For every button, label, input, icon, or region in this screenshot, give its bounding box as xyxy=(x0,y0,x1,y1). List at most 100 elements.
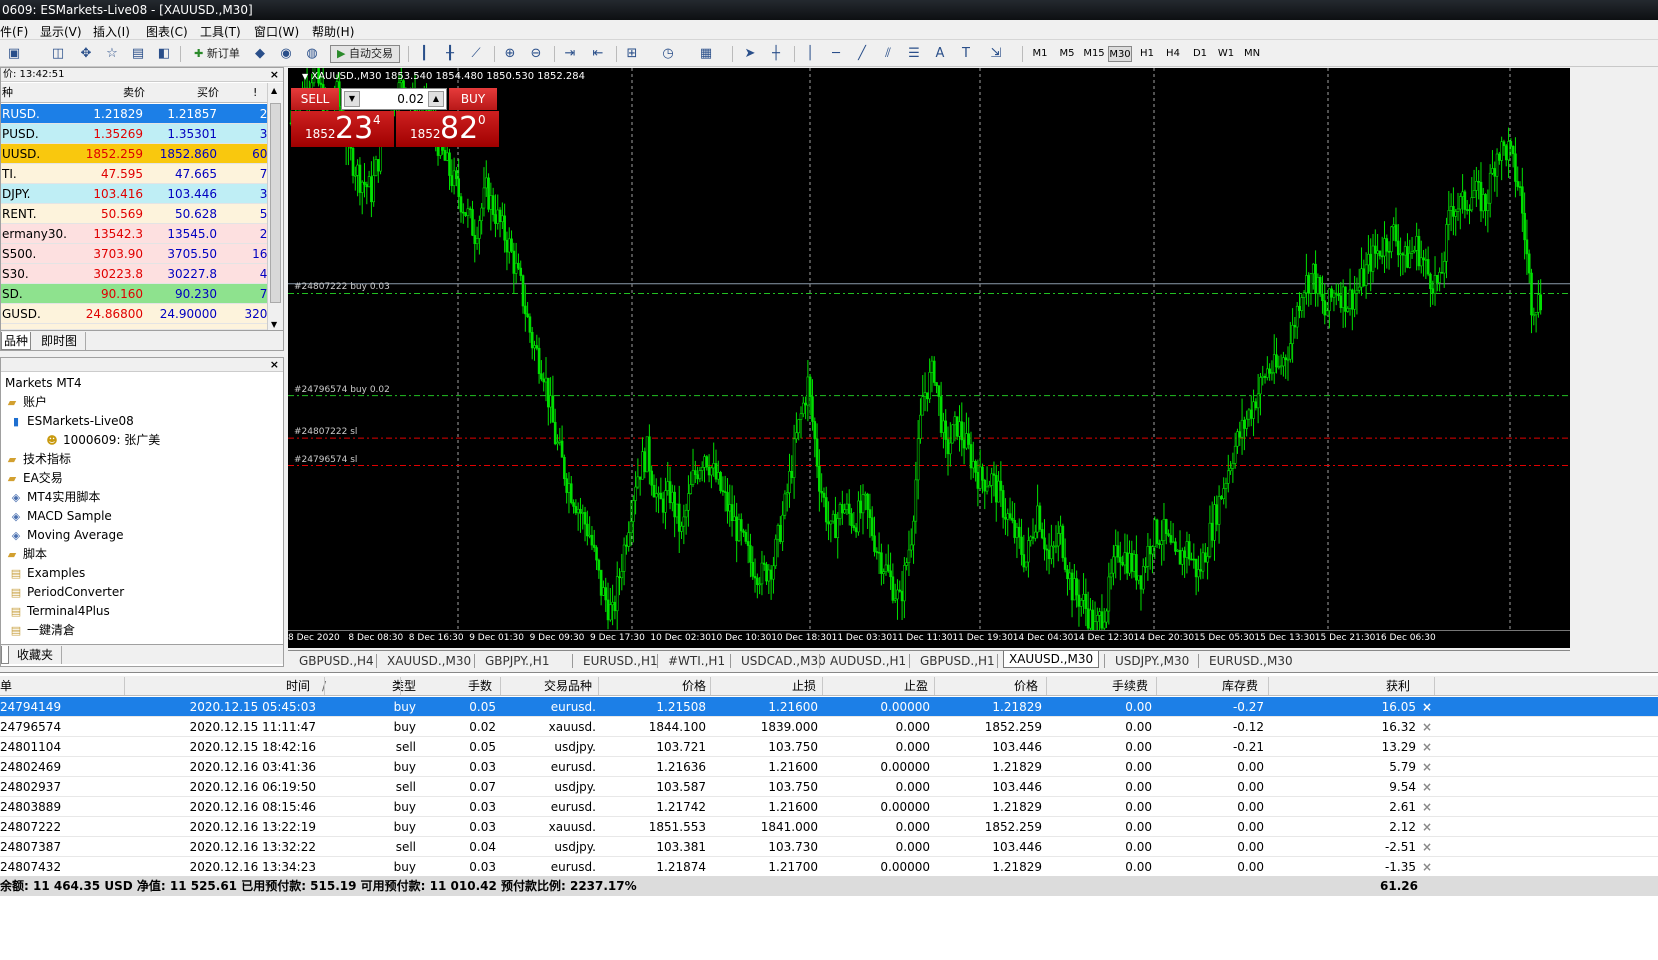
trade-row[interactable]: 24803889 2020.12.16 08:15:46 buy 0.03 eurusd… xyxy=(0,797,1658,817)
terminal-icon[interactable]: ◧ xyxy=(156,46,172,62)
navigator-item[interactable]: ▮ ESMarkets-Live08 xyxy=(1,412,134,431)
indicators-icon[interactable]: ⊞ xyxy=(624,46,640,62)
navigator-item[interactable]: Markets MT4 xyxy=(1,374,82,393)
market-watch-scrollbar[interactable]: ▲ ▼ xyxy=(267,83,283,331)
cursor-icon[interactable]: ➤ xyxy=(742,46,758,62)
trade-column-header[interactable]: 库存费 xyxy=(1160,676,1258,696)
menu-view[interactable]: 显示(V) xyxy=(40,23,82,40)
timeframe-w1[interactable]: W1 xyxy=(1214,46,1238,62)
timeframe-m5[interactable]: M5 xyxy=(1055,46,1079,62)
trade-column-header[interactable]: 时间 xyxy=(250,676,310,696)
close-order-icon[interactable]: × xyxy=(1422,697,1432,717)
tab-symbols[interactable]: 品种 xyxy=(1,332,32,350)
close-order-icon[interactable]: × xyxy=(1422,837,1432,857)
trade-column-header[interactable]: 手续费 xyxy=(1050,676,1148,696)
market-watch-row[interactable]: ermany30.13542.313545.027 xyxy=(1,224,279,244)
trade-row[interactable]: 24794149 2020.12.15 05:45:03 buy 0.05 eurusd… xyxy=(0,697,1658,717)
navigator-item[interactable]: ◈ MACD Sample xyxy=(1,507,112,526)
close-order-icon[interactable]: × xyxy=(1422,817,1432,837)
navigator-icon[interactable]: ▤ xyxy=(130,46,146,62)
navigator-item[interactable]: ◈ Moving Average xyxy=(1,526,124,545)
market-watch-row[interactable]: RUSD.1.218291.2185728 xyxy=(1,104,279,124)
col-ask[interactable]: 买价 xyxy=(197,83,219,103)
close-icon[interactable]: × xyxy=(270,358,279,372)
column-divider[interactable] xyxy=(1268,677,1269,695)
chart-canvas[interactable] xyxy=(288,68,1570,630)
vertical-line-icon[interactable]: │ xyxy=(802,46,818,62)
zoom-out-icon[interactable]: ⊖ xyxy=(528,46,544,62)
close-order-icon[interactable]: × xyxy=(1422,777,1432,797)
chart-tab[interactable]: #WTI.,H1 xyxy=(663,653,730,669)
profiles-icon[interactable]: ◫ xyxy=(50,46,66,62)
buy-price[interactable]: 1852 82 0 xyxy=(396,111,499,147)
close-order-icon[interactable]: × xyxy=(1422,797,1432,817)
column-divider[interactable] xyxy=(934,677,935,695)
column-divider[interactable] xyxy=(1156,677,1157,695)
tab-favorites[interactable]: 收藏夹 xyxy=(9,646,63,664)
signals-icon[interactable]: ◉ xyxy=(278,46,294,62)
close-order-icon[interactable]: × xyxy=(1422,717,1432,737)
volume-input[interactable]: ▼ 0.02 ▲ xyxy=(341,88,447,110)
bar-chart-icon[interactable]: ┃ xyxy=(416,46,432,62)
close-icon[interactable]: × xyxy=(270,68,279,82)
menu-chart[interactable]: 图表(C) xyxy=(146,23,188,40)
column-divider[interactable] xyxy=(710,677,711,695)
autoscroll-icon[interactable]: ⇥ xyxy=(562,46,578,62)
new-order-button[interactable]: ✚ 新订单 xyxy=(188,45,246,63)
timeframe-m1[interactable]: M1 xyxy=(1028,46,1052,62)
auto-trading-button[interactable]: ▶ 自动交易 xyxy=(330,45,400,63)
market-watch-icon[interactable]: ☆ xyxy=(104,46,120,62)
trade-column-header[interactable]: 手数 xyxy=(416,676,492,696)
price-chart[interactable]: ▼ XAUUSD.,M30 1853.540 1854.480 1850.530… xyxy=(288,68,1570,648)
timeframe-h1[interactable]: H1 xyxy=(1135,46,1159,62)
line-chart-icon[interactable]: ⟋ xyxy=(468,46,484,62)
market-watch-row[interactable]: RENT.50.56950.62859 xyxy=(1,204,279,224)
menu-help[interactable]: 帮助(H) xyxy=(312,23,354,40)
chart-shift-icon[interactable]: ⇤ xyxy=(590,46,606,62)
market-watch-row[interactable]: S500. 3703.90 3705.50 160 xyxy=(1,244,279,264)
chart-tab[interactable]: GBPUSD.,H4 xyxy=(294,653,379,669)
menu-insert[interactable]: 插入(I) xyxy=(93,23,130,40)
navigator-item[interactable]: ▰ 技术指标 xyxy=(1,450,71,469)
crosshair-tool-icon[interactable]: ┼ xyxy=(768,46,784,62)
chart-tab[interactable]: EURUSD.,H1 xyxy=(578,653,663,669)
navigator-item[interactable]: ▤ Terminal4Plus xyxy=(1,602,110,621)
navigator-item[interactable]: ▤ PeriodConverter xyxy=(1,583,124,602)
menu-window[interactable]: 窗口(W) xyxy=(254,23,299,40)
buy-button[interactable]: BUY xyxy=(449,88,497,110)
trade-row[interactable]: 24801104 2020.12.15 18:42:16 sell 0.05 usdjp… xyxy=(0,737,1658,757)
sell-price[interactable]: 1852 23 4 xyxy=(291,111,394,147)
arrows-icon[interactable]: ⇲ xyxy=(988,46,1004,62)
trade-row[interactable]: 24807222 2020.12.16 13:22:19 buy 0.03 xauusd… xyxy=(0,817,1658,837)
timeframe-d1[interactable]: D1 xyxy=(1188,46,1212,62)
trade-column-header[interactable]: 交易品种 xyxy=(504,676,592,696)
trade-row[interactable]: 24802469 2020.12.16 03:41:36 buy 0.03 eurusd… xyxy=(0,757,1658,777)
new-chart-icon[interactable]: ▣ xyxy=(6,46,22,62)
navigator-item[interactable]: ▤ Examples xyxy=(1,564,86,583)
menu-file[interactable]: 件(F) xyxy=(0,23,28,40)
navigator-item[interactable]: ▰ 脚本 xyxy=(1,545,47,564)
navigator-item[interactable]: ☻ 1000609: 张广美 xyxy=(1,431,160,450)
close-order-icon[interactable]: × xyxy=(1422,757,1432,777)
column-divider[interactable] xyxy=(1434,677,1435,695)
trade-column-header[interactable]: 价格 xyxy=(604,676,706,696)
column-divider[interactable] xyxy=(1046,677,1047,695)
column-divider[interactable] xyxy=(500,677,501,695)
scroll-down-icon[interactable]: ▼ xyxy=(271,320,277,329)
trade-column-header[interactable]: 获利 xyxy=(1320,676,1410,696)
tab-common[interactable] xyxy=(1,646,9,664)
col-bid[interactable]: 卖价 xyxy=(123,83,145,103)
close-order-icon[interactable]: × xyxy=(1422,737,1432,757)
horizontal-line-icon[interactable]: ─ xyxy=(828,46,844,62)
volume-increase-icon[interactable]: ▲ xyxy=(428,91,444,107)
chart-tab[interactable]: GBPUSD.,H1 xyxy=(915,653,1000,669)
text-icon[interactable]: A xyxy=(932,46,948,62)
market-watch-row[interactable]: DJPY.103.416103.44630 xyxy=(1,184,279,204)
column-divider[interactable] xyxy=(822,677,823,695)
close-order-icon[interactable]: × xyxy=(1422,857,1432,877)
market-icon[interactable]: ◍ xyxy=(304,46,320,62)
col-spread[interactable]: ! xyxy=(253,83,257,103)
market-watch-row[interactable]: GUSD. 24.86800 24.90000 3200 xyxy=(1,304,279,324)
navigator-item[interactable]: ▰ EA交易 xyxy=(1,469,63,488)
timeframe-m30[interactable]: M30 xyxy=(1108,46,1132,62)
